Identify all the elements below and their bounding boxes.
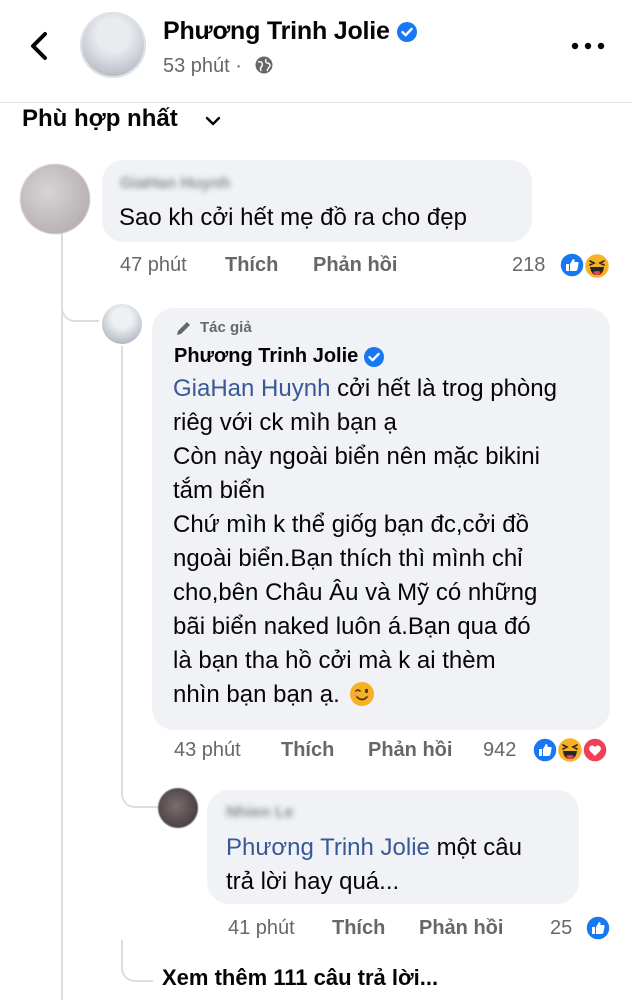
like-reaction-icon <box>559 252 585 278</box>
comment-time[interactable]: 47 phút <box>120 254 187 277</box>
reply-label: Phản hồi <box>419 917 504 939</box>
reaction-count[interactable]: 25 <box>550 917 572 940</box>
view-more-replies-link[interactable]: Xem thêm 111 câu trả lời... <box>162 965 438 991</box>
more-options-icon <box>571 42 605 50</box>
reply-line: trả lời hay quá... <box>226 868 400 895</box>
reply-button[interactable]: Phản hồi <box>419 917 503 940</box>
reply-line: Phương Trinh Jolie một câu <box>226 831 576 865</box>
reply-line-text: nhìn bạn bạn ạ. <box>173 681 340 708</box>
reaction-count[interactable]: 942 <box>483 739 516 762</box>
thread-line <box>121 346 123 776</box>
reply-line: riêg với ck mìh bạn ạ <box>173 409 397 436</box>
reply-time[interactable]: 41 phút <box>228 917 295 940</box>
reply-line: bãi biển naked luôn á.Bạn qua đó <box>173 613 531 640</box>
back-arrow-icon <box>31 32 47 60</box>
mention-link[interactable]: Phương Trinh Jolie <box>226 834 430 861</box>
verified-badge-icon <box>363 346 384 367</box>
reply-text: GiaHan Huynh cởi hết là trog phòng riêg … <box>173 372 603 712</box>
reply-line: cho,bên Châu Âu và Mỹ có những <box>173 579 538 606</box>
reply-time[interactable]: 43 phút <box>174 739 241 762</box>
reply-line: Chứ mìh k thể giốg bạn đc,cởi đồ <box>173 511 529 538</box>
reply-author-row: Phương Trinh Jolie <box>174 345 384 368</box>
reply-line: là bạn tha hồ cởi mà k ai thèm <box>173 647 496 674</box>
mention-link[interactable]: GiaHan Huynh <box>173 375 330 402</box>
like-label: Thích <box>225 254 279 276</box>
replier-avatar[interactable] <box>158 788 198 828</box>
replier-name[interactable]: Nhien Le <box>226 804 294 822</box>
reply-button[interactable]: Phản hồi <box>368 739 452 762</box>
thread-connector <box>61 300 99 322</box>
reaction-count[interactable]: 218 <box>512 254 545 277</box>
like-label: Thích <box>281 739 335 761</box>
separator: · <box>235 55 242 77</box>
like-reaction-icon <box>585 915 611 941</box>
haha-reaction-icon <box>556 736 584 764</box>
post-time[interactable]: 53 phút <box>163 55 230 77</box>
haha-reaction-icon <box>583 252 611 280</box>
chevron-down-icon[interactable] <box>203 114 223 128</box>
post-time-row: 53 phút · <box>163 55 274 78</box>
reply-text: Phương Trinh Jolie một câu trả lời hay q… <box>226 831 576 899</box>
reply-line: ngoài biển.Bạn thích thì mình chỉ <box>173 545 523 572</box>
commenter-avatar[interactable] <box>20 164 90 234</box>
page-name-row[interactable]: Phương Trinh Jolie <box>163 17 417 46</box>
thread-connector <box>121 776 159 808</box>
love-reaction-icon <box>582 737 608 763</box>
reply-label: Phản hồi <box>313 254 398 276</box>
globe-icon <box>255 56 273 74</box>
more-options-button[interactable] <box>570 38 606 54</box>
reply-line-text: một câu <box>429 834 522 861</box>
thread-line <box>61 318 63 1000</box>
comment-text: Sao kh cởi hết mẹ đồ ra cho đẹp <box>119 204 467 231</box>
page-name[interactable]: Phương Trinh Jolie <box>163 17 390 45</box>
commenter-name[interactable]: GiaHan Huynh <box>120 175 230 193</box>
author-avatar[interactable] <box>102 304 142 344</box>
post-header: Phương Trinh Jolie 53 phút · <box>0 0 632 103</box>
thread-connector <box>121 940 153 982</box>
like-reaction-icon <box>532 737 558 763</box>
wink-emoji-icon <box>349 682 374 706</box>
reply-line: tắm biển <box>173 477 266 504</box>
reply-author-name[interactable]: Phương Trinh Jolie <box>174 345 358 367</box>
like-button[interactable]: Thích <box>332 917 385 940</box>
verified-badge-icon <box>396 22 417 43</box>
back-button[interactable] <box>22 28 58 64</box>
reply-button[interactable]: Phản hồi <box>313 254 397 277</box>
reply-line: Còn này ngoài biển nên mặc bikini <box>173 443 540 470</box>
reply-line-text: cởi hết là trog phòng <box>330 375 557 402</box>
like-button[interactable]: Thích <box>281 739 334 762</box>
pencil-icon <box>177 322 190 335</box>
author-tag: Tác giả <box>200 319 252 336</box>
reply-line: GiaHan Huynh cởi hết là trog phòng <box>173 372 603 406</box>
reply-label: Phản hồi <box>368 739 453 761</box>
like-button[interactable]: Thích <box>225 254 278 277</box>
sort-dropdown-label[interactable]: Phù hợp nhất <box>22 105 178 133</box>
like-label: Thích <box>332 917 386 939</box>
page-avatar[interactable] <box>80 12 146 78</box>
reply-line: nhìn bạn bạn ạ. <box>173 678 603 712</box>
